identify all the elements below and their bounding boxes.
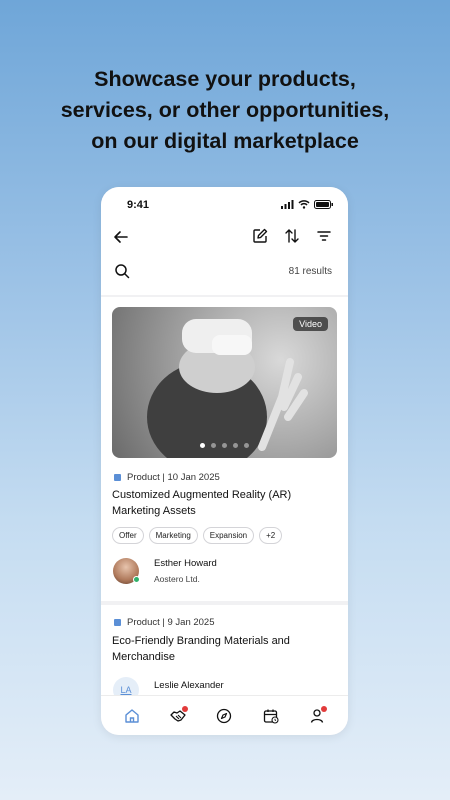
tab-explore[interactable] <box>213 705 235 727</box>
headline: Showcase your products, services, or oth… <box>0 64 450 157</box>
notification-dot <box>320 705 327 712</box>
tab-bar <box>101 695 348 735</box>
filter-icon[interactable] <box>316 228 332 244</box>
results-count: 81 results <box>288 266 332 277</box>
notification-dot <box>182 705 189 712</box>
online-indicator <box>133 576 140 583</box>
top-bar: 9:41 81 results <box>101 187 348 295</box>
tab-profile[interactable] <box>306 705 328 727</box>
carousel-dot[interactable] <box>211 443 216 448</box>
carousel-dot[interactable] <box>222 443 227 448</box>
search-icon[interactable] <box>114 263 130 279</box>
wifi-icon <box>298 200 310 209</box>
carousel-dots <box>112 443 337 448</box>
author[interactable]: Esther Howard Aostero Ltd. <box>113 558 217 584</box>
tag-chip-more[interactable]: +2 <box>259 527 283 544</box>
video-badge: Video <box>293 317 328 331</box>
headline-line-2: services, or other opportunities, <box>60 98 390 122</box>
category-marker <box>114 474 121 481</box>
tab-deals[interactable] <box>167 705 189 727</box>
home-icon <box>125 708 139 723</box>
headline-line-3: on our digital marketplace <box>91 129 359 153</box>
avatar[interactable] <box>113 558 140 584</box>
calendar-icon <box>263 709 279 724</box>
listing-meta-text: Product | 10 Jan 2025 <box>127 472 220 483</box>
tag-chip[interactable]: Offer <box>112 527 144 544</box>
listing-meta: Product | 9 Jan 2025 <box>114 617 215 628</box>
back-arrow-icon[interactable] <box>113 229 129 245</box>
tab-home[interactable] <box>121 705 143 727</box>
headline-line-1: Showcase your products, <box>94 67 356 91</box>
carousel-dot[interactable] <box>244 443 249 448</box>
battery-icon <box>314 200 333 209</box>
category-marker <box>114 619 121 626</box>
nav-row <box>101 227 348 249</box>
carousel-dot[interactable] <box>233 443 238 448</box>
phone-frame: 9:41 81 results Video Product | 10 Jan 2… <box>101 187 348 735</box>
tag-chip[interactable]: Marketing <box>148 527 198 544</box>
listing-meta: Product | 10 Jan 2025 <box>114 472 220 483</box>
author-company: Aostero Ltd. <box>154 574 200 584</box>
nav-actions <box>252 228 332 244</box>
listing-card[interactable]: Product | 9 Jan 2025 Eco-Friendly Brandi… <box>101 605 348 705</box>
edit-icon[interactable] <box>252 228 268 244</box>
author-info: Esther Howard Aostero Ltd. <box>154 558 217 584</box>
listing-title[interactable]: Eco-Friendly Branding Materials and Merc… <box>112 633 332 665</box>
listing-media[interactable]: Video <box>112 307 337 458</box>
sort-icon[interactable] <box>284 228 300 244</box>
tab-calendar[interactable] <box>260 705 282 727</box>
status-time: 9:41 <box>127 199 150 211</box>
author-name: Esther Howard <box>154 558 217 569</box>
listing-card[interactable]: Video Product | 10 Jan 2025 Customized A… <box>101 297 348 601</box>
author-info: Leslie Alexander <box>154 680 224 691</box>
status-icons <box>281 200 334 209</box>
listing-title[interactable]: Customized Augmented Reality (AR) Market… <box>112 487 332 519</box>
listing-meta-text: Product | 9 Jan 2025 <box>127 617 215 628</box>
author-name: Leslie Alexander <box>154 679 224 691</box>
tag-list: Offer Marketing Expansion +2 <box>112 527 283 544</box>
compass-icon <box>217 708 232 723</box>
signal-icon <box>281 200 294 209</box>
search-row: 81 results <box>101 263 348 281</box>
tag-chip[interactable]: Expansion <box>202 527 255 544</box>
carousel-dot[interactable] <box>200 443 205 448</box>
